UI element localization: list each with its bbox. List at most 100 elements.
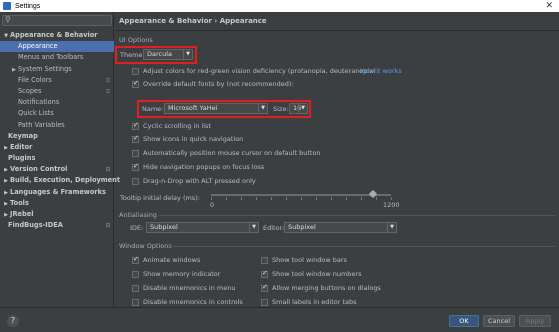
checkbox-box	[261, 256, 268, 264]
tool-window-bars-checkbox[interactable]: Show tool window bars	[261, 256, 347, 264]
search-input[interactable]: ⚲	[2, 15, 112, 26]
editor-aa-value: Subpixel	[288, 223, 316, 231]
project-settings-icon: ⧉	[105, 166, 110, 174]
sidebar-item[interactable]: ▶ Build, Execution, Deployment	[0, 175, 120, 186]
sidebar-item[interactable]: Plugins	[0, 153, 114, 164]
slider-tick	[346, 197, 347, 200]
slider-tick	[331, 197, 332, 200]
theme-select[interactable]: Darcula ▼	[143, 49, 193, 60]
show-icons-checkbox[interactable]: Show icons in quick navigation	[132, 134, 243, 143]
main-panel: Appearance & Behavior › Appearance UI Op…	[115, 12, 559, 307]
sidebar-item-label: Notifications	[18, 98, 60, 107]
checkbox-box	[261, 269, 268, 278]
sidebar-item[interactable]: ▶ JRebel	[0, 209, 114, 220]
tool-window-numbers-label: Show tool window numbers	[272, 270, 362, 278]
search-icon: ⚲	[5, 15, 11, 24]
sidebar-item[interactable]: ▶ System Settings	[0, 64, 114, 75]
ide-aa-select[interactable]: Subpixel ▼	[146, 222, 259, 233]
ok-button[interactable]: OK	[449, 315, 479, 327]
mnemonics-controls-label: Disable mnemonics in controls	[143, 298, 243, 306]
tool-window-numbers-checkbox[interactable]: Show tool window numbers	[261, 269, 362, 278]
sidebar-item[interactable]: ▼ Appearance & Behavior	[0, 30, 114, 41]
sidebar-item-label: Keymap	[8, 131, 38, 140]
slider-tick	[271, 197, 272, 200]
font-size-select[interactable]: 16 ▼	[289, 103, 308, 114]
sidebar-item[interactable]: Quick Lists	[0, 108, 114, 119]
hide-navigation-checkbox[interactable]: Hide navigation popups on focus loss	[132, 162, 264, 171]
sidebar-item-label: Build, Execution, Deployment	[10, 176, 120, 185]
drag-drop-label: Drag-n-Drop with ALT pressed only	[143, 177, 256, 185]
merging-buttons-label: Allow merging buttons on dialogs	[272, 284, 381, 292]
sidebar-item[interactable]: ▶ Editor	[0, 142, 114, 153]
ide-aa-value: Subpixel	[150, 223, 178, 231]
sidebar-item[interactable]: ▶ Languages & Frameworks	[0, 187, 114, 198]
slider-tick	[286, 197, 287, 200]
breadcrumb-divider	[115, 30, 559, 31]
section-divider	[159, 215, 555, 216]
sidebar-item-label: Plugins	[8, 154, 36, 163]
slider-tick	[211, 197, 212, 200]
override-fonts-checkbox[interactable]: Override default fonts by (not recommend…	[132, 79, 294, 88]
checkbox-box	[132, 67, 139, 75]
checkbox-box	[132, 270, 139, 278]
cancel-button[interactable]: Cancel	[483, 315, 515, 327]
font-size-label: Size:	[273, 105, 289, 113]
dialog-footer: ? OK Cancel Apply	[0, 307, 559, 332]
sidebar: ⚲ ▼ Appearance & Behavior Appearance Menus …	[0, 12, 120, 307]
editor-aa-select[interactable]: Subpixel ▼	[284, 222, 397, 233]
sidebar-item-label: Scopes	[18, 86, 42, 95]
memory-indicator-label: Show memory indicator	[143, 270, 221, 278]
mnemonics-menu-checkbox[interactable]: Disable mnemonics in menu	[132, 284, 235, 292]
drag-drop-checkbox[interactable]: Drag-n-Drop with ALT pressed only	[132, 177, 256, 185]
chevron-down-icon: ▼	[258, 104, 267, 113]
tooltip-max-label: 1200	[383, 201, 400, 209]
override-fonts-label: Override default fonts by (not recommend…	[143, 80, 294, 88]
sidebar-item[interactable]: Keymap	[0, 131, 114, 142]
slider-track	[211, 194, 391, 196]
help-icon[interactable]: ?	[7, 315, 19, 327]
project-settings-icon: ⧉	[105, 76, 110, 84]
slider-tick	[241, 197, 242, 200]
checkbox-box	[132, 255, 139, 264]
tool-window-bars-label: Show tool window bars	[272, 256, 347, 264]
sidebar-item[interactable]: ▶ Tools	[0, 198, 114, 209]
settings-tree: ▼ Appearance & Behavior Appearance Menus an…	[0, 30, 120, 231]
slider-tick	[391, 197, 392, 200]
adjust-colors-checkbox[interactable]: Adjust colors for red-green vision defic…	[132, 67, 376, 75]
sidebar-item[interactable]: FindBugs-IDEA ⧉	[0, 220, 114, 231]
how-it-works-link[interactable]: How it works	[360, 67, 402, 75]
chevron-down-icon: ▼	[183, 50, 192, 59]
memory-indicator-checkbox[interactable]: Show memory indicator	[132, 270, 220, 278]
section-antialiasing: Antialiasing	[119, 211, 157, 219]
sidebar-item[interactable]: Path Variables	[0, 120, 114, 131]
project-settings-icon: ⧉	[105, 87, 110, 95]
sidebar-item[interactable]: File Colors ⧉	[0, 75, 114, 86]
sidebar-item-label: JRebel	[10, 210, 34, 218]
animate-windows-checkbox[interactable]: Animate windows	[132, 255, 200, 264]
font-name-select[interactable]: Microsoft YaHei ▼	[164, 103, 268, 114]
slider-tick	[226, 197, 227, 200]
ide-aa-label: IDE:	[130, 224, 144, 232]
sidebar-item[interactable]: ▶ Version Control ⧉	[0, 164, 114, 175]
sidebar-item[interactable]: Appearance	[0, 41, 114, 53]
apply-button[interactable]: Apply	[519, 315, 551, 327]
close-icon[interactable]: ✕	[545, 0, 553, 12]
small-labels-checkbox[interactable]: Small labels in editor tabs	[261, 298, 357, 306]
mnemonics-menu-label: Disable mnemonics in menu	[143, 284, 236, 292]
sidebar-item[interactable]: Menus and Toolbars	[0, 52, 114, 63]
tooltip-delay-label: Tooltip initial delay (ms):	[120, 194, 200, 202]
cyclic-scrolling-checkbox[interactable]: Cyclic scrolling in list	[132, 121, 211, 130]
auto-mouse-checkbox[interactable]: Automatically position mouse cursor on d…	[132, 149, 321, 157]
sidebar-item-label: Editor	[10, 142, 33, 151]
sidebar-item[interactable]: Notifications	[0, 97, 114, 108]
section-divider	[169, 246, 555, 247]
merging-buttons-checkbox[interactable]: Allow merging buttons on dialogs	[261, 283, 381, 292]
checkbox-box	[132, 149, 139, 157]
title-bar: Settings ✕	[0, 0, 559, 12]
sidebar-item-label: Version Control	[10, 165, 68, 174]
sidebar-item[interactable]: Scopes ⧉	[0, 86, 114, 97]
mnemonics-controls-checkbox[interactable]: Disable mnemonics in controls	[132, 298, 243, 306]
font-name-value: Microsoft YaHei	[168, 104, 218, 112]
section-window-options: Window Options	[119, 242, 172, 250]
checkbox-box	[132, 134, 139, 143]
